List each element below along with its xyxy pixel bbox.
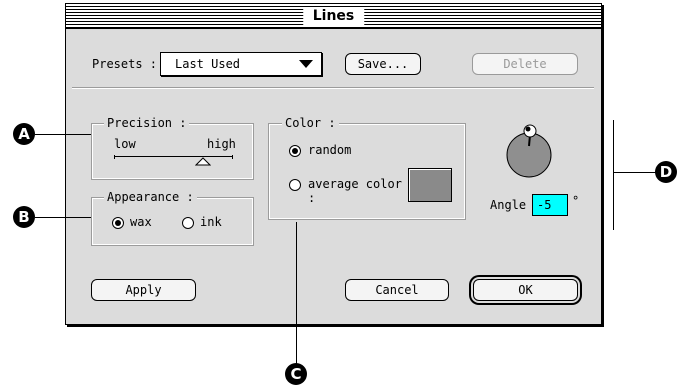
color-option-random[interactable]: random bbox=[289, 143, 389, 159]
window-title: Lines bbox=[302, 7, 365, 25]
appearance-option-wax[interactable]: wax bbox=[112, 215, 172, 231]
radio-button-selected[interactable] bbox=[289, 145, 301, 157]
slider-tick bbox=[114, 155, 115, 159]
callout-b-line bbox=[35, 217, 91, 218]
callout-d-bracket bbox=[613, 120, 614, 230]
precision-legend: Precision : bbox=[104, 116, 190, 130]
radio-button[interactable] bbox=[289, 179, 301, 191]
title-bar[interactable]: Lines bbox=[66, 4, 601, 29]
presets-selected-value: Last Used bbox=[175, 57, 241, 71]
slider-thumb-icon[interactable] bbox=[195, 157, 212, 166]
callout-c: C bbox=[285, 363, 307, 385]
callout-c-line bbox=[296, 222, 297, 364]
color-average-label: average color : bbox=[308, 177, 402, 205]
radio-button-selected[interactable] bbox=[112, 217, 124, 229]
presets-select[interactable]: Last Used bbox=[160, 52, 322, 76]
radio-button[interactable] bbox=[182, 217, 194, 229]
callout-a-line bbox=[35, 134, 91, 135]
save-button[interactable]: Save... bbox=[345, 53, 421, 75]
angle-unit: ° bbox=[572, 194, 580, 208]
average-color-swatch[interactable] bbox=[408, 168, 452, 202]
chevron-down-icon bbox=[299, 60, 313, 68]
slider-tick bbox=[232, 155, 233, 159]
precision-group bbox=[91, 123, 254, 180]
appearance-ink-label: ink bbox=[200, 215, 222, 229]
callout-b: B bbox=[13, 206, 35, 228]
cancel-button[interactable]: Cancel bbox=[345, 279, 449, 301]
separator bbox=[72, 87, 594, 89]
precision-high-label: high bbox=[207, 137, 236, 151]
color-legend: Color : bbox=[282, 116, 339, 130]
delete-button[interactable]: Delete bbox=[472, 53, 578, 75]
apply-button[interactable]: Apply bbox=[91, 279, 196, 301]
presets-label: Presets : bbox=[92, 57, 158, 71]
ok-button[interactable]: OK bbox=[473, 279, 578, 301]
angle-input[interactable]: -5 bbox=[532, 194, 568, 216]
appearance-legend: Appearance : bbox=[104, 190, 197, 204]
appearance-wax-label: wax bbox=[130, 215, 152, 229]
precision-low-label: low bbox=[114, 137, 136, 151]
color-option-average[interactable]: average color : bbox=[289, 177, 404, 205]
angle-dial-icon[interactable] bbox=[504, 122, 556, 178]
callout-d-line bbox=[613, 172, 657, 173]
lines-dialog: Lines Presets : Last Used Save... Delete… bbox=[65, 3, 602, 325]
appearance-option-ink[interactable]: ink bbox=[182, 215, 242, 231]
angle-value: -5 bbox=[537, 198, 552, 212]
slider-track bbox=[114, 156, 233, 157]
precision-slider[interactable] bbox=[114, 153, 233, 167]
color-random-label: random bbox=[308, 143, 352, 157]
callout-a: A bbox=[13, 123, 35, 145]
callout-d: D bbox=[655, 161, 677, 183]
